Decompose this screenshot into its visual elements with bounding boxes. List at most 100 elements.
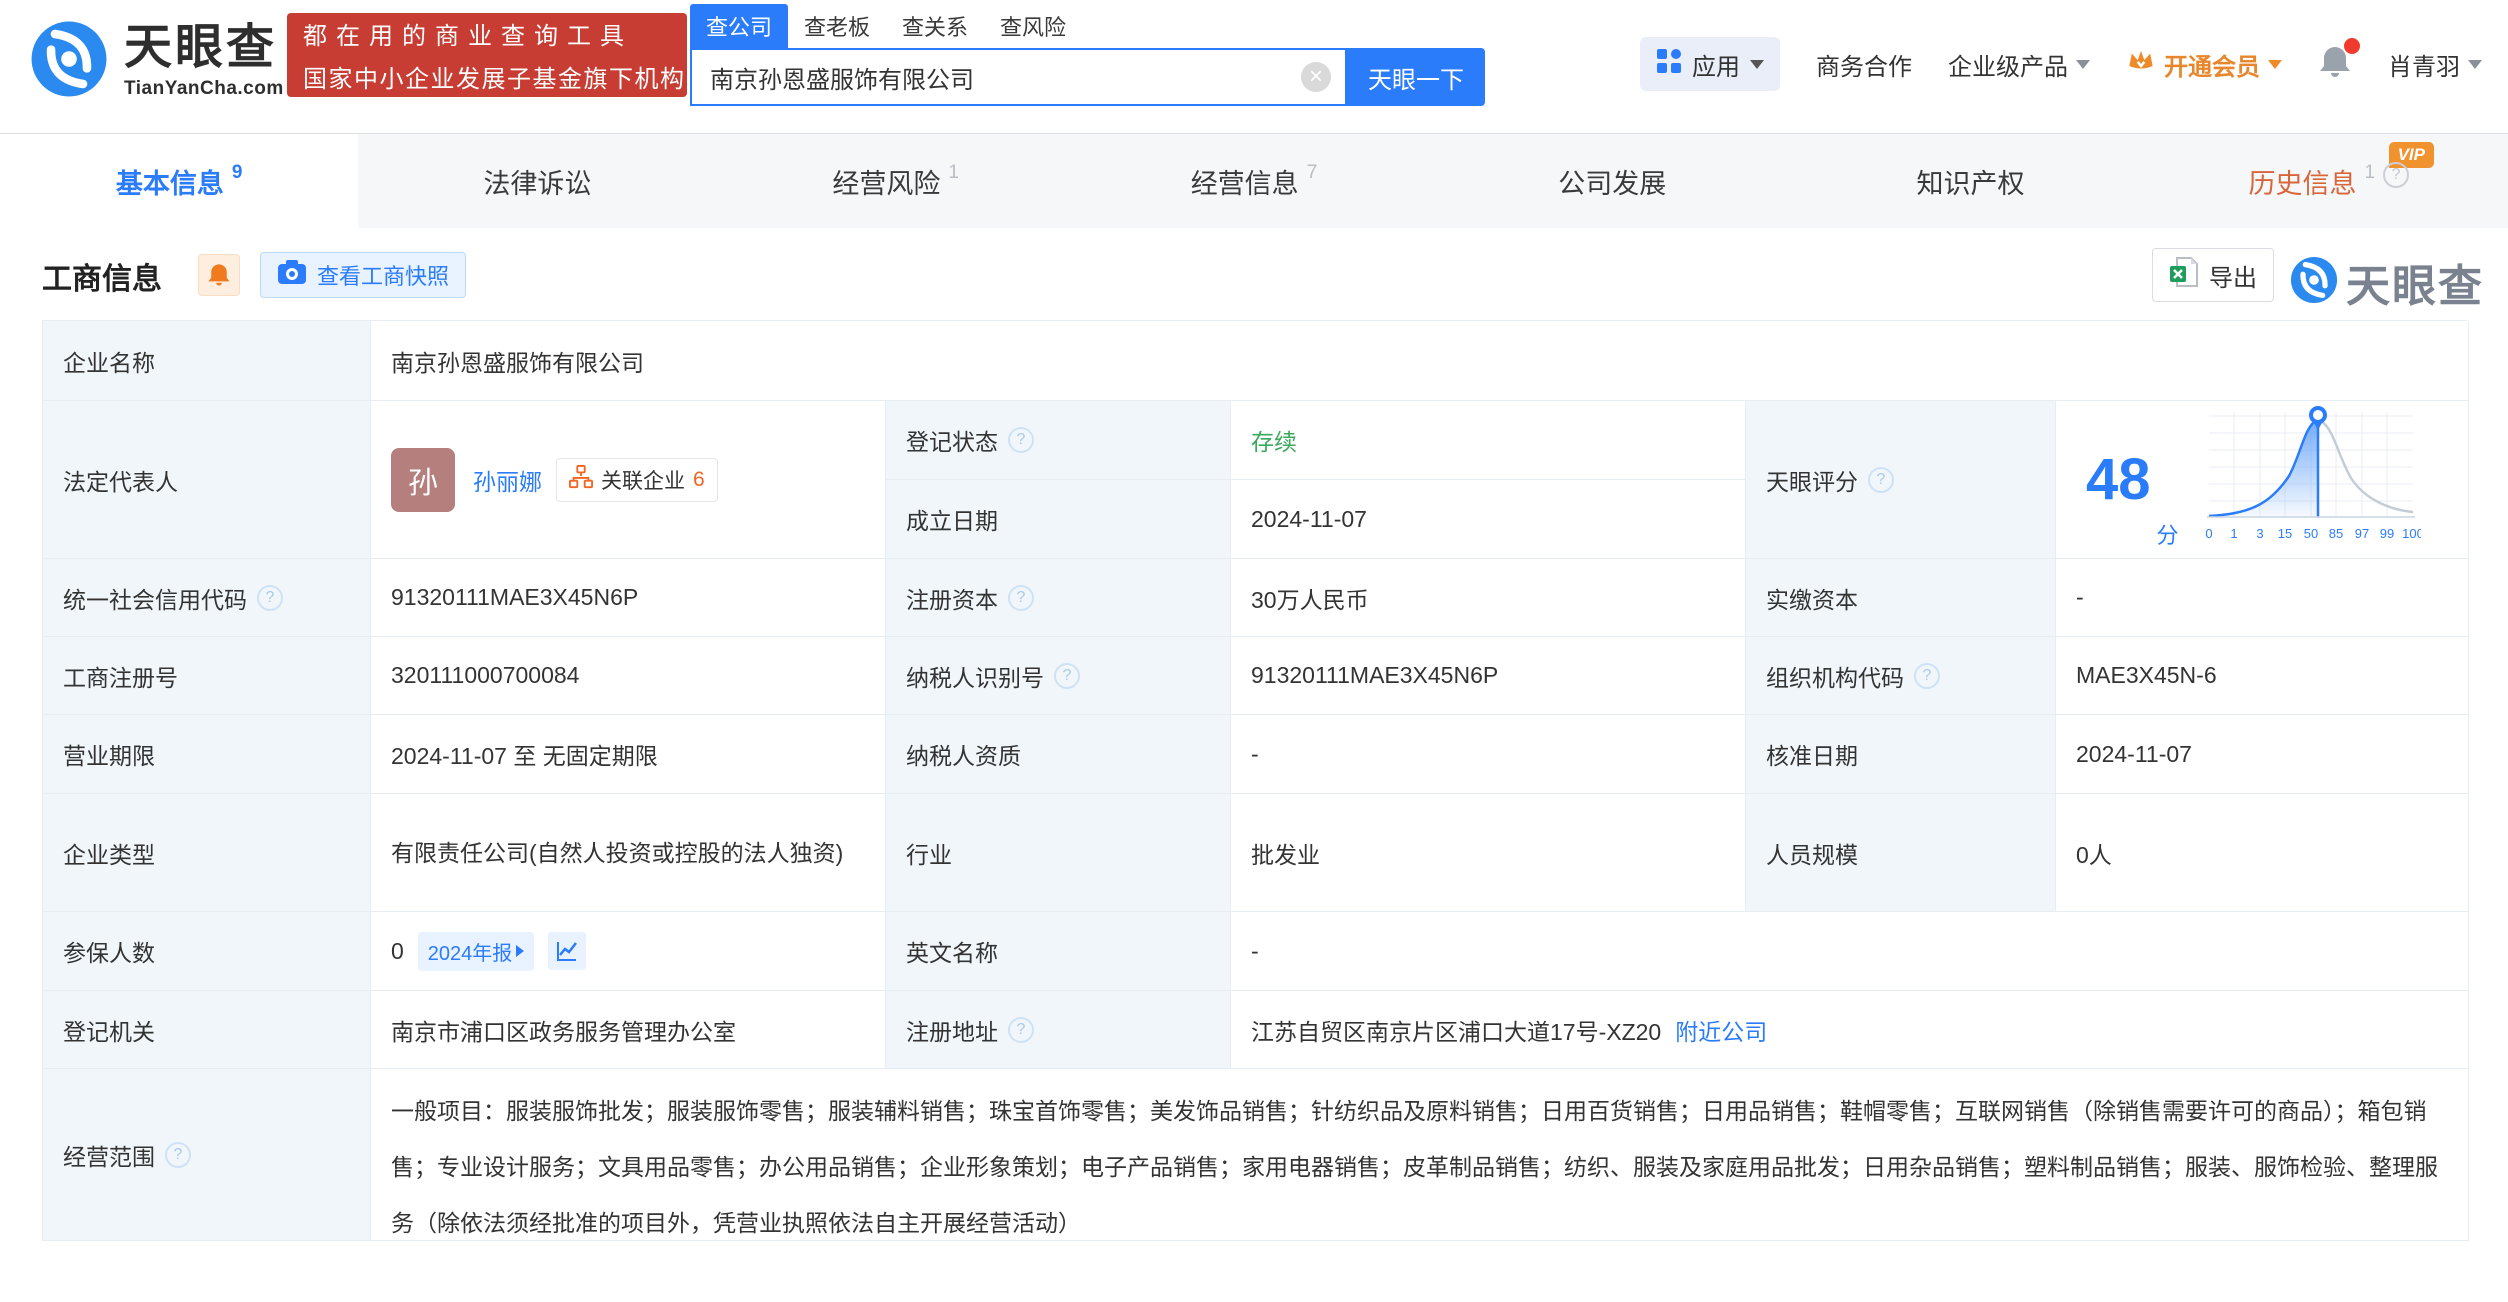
search-tab-risk[interactable]: 查风险 <box>984 4 1082 48</box>
help-icon[interactable]: ? <box>1008 584 1034 611</box>
help-icon[interactable]: ? <box>257 584 283 611</box>
tab-count: 1 <box>2364 162 2376 183</box>
industry-label: 行业 <box>886 794 1231 912</box>
svg-text:100: 100 <box>2402 526 2421 541</box>
registered-capital-value: 30万人民币 <box>1231 559 1746 637</box>
help-icon[interactable]: ? <box>1008 427 1034 453</box>
tab-label: 法律诉讼 <box>483 168 592 199</box>
nav-apps[interactable]: 应用 <box>1640 37 1780 91</box>
crown-icon <box>2126 46 2156 83</box>
search-tab-relation[interactable]: 查关系 <box>886 4 984 48</box>
label-text: 登记状态 <box>906 429 998 455</box>
avatar[interactable]: 孙 <box>391 447 455 512</box>
tab-company-development[interactable]: 公司发展 <box>1433 134 1791 228</box>
tab-operation-info[interactable]: 经营信息 7 <box>1075 134 1433 228</box>
nav-business-cooperation[interactable]: 商务合作 <box>1816 47 1912 82</box>
tab-count: 9 <box>231 162 243 183</box>
tab-label: 历史信息 <box>2248 168 2357 199</box>
business-scope-label: 经营范围 ? <box>43 1069 371 1241</box>
tab-basic-info[interactable]: 基本信息 9 <box>0 134 359 228</box>
tab-legal-litigation[interactable]: 法律诉讼 <box>358 134 716 228</box>
help-icon[interactable]: ? <box>1914 662 1940 689</box>
tab-label: 基本信息 <box>115 168 224 199</box>
tab-operation-risk[interactable]: 经营风险 1 <box>717 134 1075 228</box>
monitor-bell-button[interactable] <box>198 254 240 296</box>
view-snapshot-button[interactable]: 查看工商快照 <box>260 252 467 298</box>
registered-address-cell: 江苏自贸区南京片区浦口大道17号-XZ20 附近公司 <box>1231 991 2469 1069</box>
tab-label: 公司发展 <box>1558 168 1667 199</box>
nearby-companies-link[interactable]: 附近公司 <box>1675 1013 1767 1047</box>
export-button[interactable]: 导出 <box>2152 248 2274 302</box>
staff-size-label: 人员规模 <box>1746 794 2056 912</box>
tab-label: 经营风险 <box>832 168 941 199</box>
company-name-label: 企业名称 <box>43 321 371 401</box>
notifications-bell[interactable] <box>2318 37 2360 85</box>
business-scope-value: 一般项目：服装服饰批发；服装服饰零售；服装辅料销售；珠宝首饰零售；美发饰品销售；… <box>371 1069 2469 1241</box>
search-input[interactable] <box>710 63 1301 91</box>
tab-history-info[interactable]: VIP 历史信息 1 ? <box>2150 134 2508 228</box>
tianyancha-logo[interactable]: 天眼查 TianYanCha.com <box>30 20 284 103</box>
logo-text: 天眼查 TianYanCha.com <box>124 23 284 100</box>
annual-report-chip[interactable]: 2024年报 <box>417 931 535 971</box>
clear-search-icon[interactable]: × <box>1301 62 1331 92</box>
score-cell: 48 分 0 1 3 15 50 85 97 99 100 <box>2056 401 2469 559</box>
label-text: 纳税人识别号 <box>906 664 1044 691</box>
nav-vip-label: 开通会员 <box>2164 53 2260 81</box>
legal-rep-cell: 孙 孙丽娜 关联企业 6 <box>371 401 886 559</box>
help-icon[interactable]: ? <box>165 1141 191 1168</box>
insured-count-value: 0 <box>391 937 404 964</box>
slogan-line2: 国家中小企业发展子基金旗下机构 <box>303 66 686 93</box>
help-icon[interactable]: ? <box>1054 662 1080 689</box>
tianyancha-company-page: 天眼查 TianYanCha.com 都在用的商业查询工具 国家中小企业发展子基… <box>0 0 2508 1302</box>
help-icon[interactable]: ? <box>1868 466 1894 493</box>
svg-text:3: 3 <box>2256 526 2263 541</box>
help-icon[interactable]: ? <box>1008 1016 1034 1043</box>
search-button[interactable]: 天眼一下 <box>1347 48 1485 106</box>
username: 肖青羽 <box>2388 53 2460 81</box>
taxpayer-qualification-label: 纳税人资质 <box>886 715 1231 794</box>
nav-open-vip[interactable]: 开通会员 <box>2126 46 2282 83</box>
company-tabbar: 基本信息 9 法律诉讼 经营风险 1 经营信息 7 公司发展 知识产权 VIP … <box>0 133 2508 228</box>
bell-icon <box>208 264 230 286</box>
company-type-value: 有限责任公司(自然人投资或控股的法人独资) <box>371 794 886 912</box>
tab-intellectual-property[interactable]: 知识产权 <box>1791 134 2149 228</box>
business-term-value: 2024-11-07 至 无固定期限 <box>371 715 886 794</box>
trend-chart-icon[interactable] <box>548 932 587 970</box>
nav-enterprise-products[interactable]: 企业级产品 <box>1948 47 2090 82</box>
search-tabs: 查公司 查老板 查关系 查风险 <box>690 4 1485 48</box>
company-type-label: 企业类型 <box>43 794 371 912</box>
business-info-sectionbar: 工商信息 查看工商快照 导出 天眼查 <box>0 228 2508 320</box>
svg-text:15: 15 <box>2277 526 2291 541</box>
label-text: 注册地址 <box>906 1018 998 1045</box>
score-unit: 分 <box>2156 523 2179 548</box>
search-tab-boss[interactable]: 查老板 <box>788 4 886 48</box>
company-name-value: 南京孙恩盛服饰有限公司 <box>371 321 2469 401</box>
tab-label: 知识产权 <box>1916 168 2025 199</box>
nav-user-menu[interactable]: 肖青羽 <box>2388 47 2482 82</box>
help-icon[interactable]: ? <box>2383 162 2410 188</box>
score-label: 天眼评分 ? <box>1746 401 2056 559</box>
arrow-right-icon <box>516 945 525 957</box>
nav-apps-label: 应用 <box>1692 53 1740 81</box>
insured-count-cell: 0 2024年报 <box>371 912 886 991</box>
search-tab-company[interactable]: 查公司 <box>690 4 789 48</box>
related-companies-badge[interactable]: 关联企业 6 <box>556 457 718 502</box>
staff-size-value: 0人 <box>2056 794 2469 912</box>
logo-swirl-icon <box>2290 256 2338 309</box>
svg-text:1: 1 <box>2230 526 2237 541</box>
annual-report-label: 2024年报 <box>427 942 513 965</box>
notification-dot <box>2344 37 2360 54</box>
registered-address-label: 注册地址 ? <box>886 991 1231 1069</box>
english-name-value: - <box>1231 912 2469 991</box>
snapshot-label: 查看工商快照 <box>317 264 450 289</box>
svg-text:0: 0 <box>2205 526 2212 541</box>
taxpayer-id-value: 91320111MAE3X45N6P <box>1231 637 1746 715</box>
registry-authority-label: 登记机关 <box>43 991 371 1069</box>
label-text: 天眼评分 <box>1766 468 1858 495</box>
related-companies-count: 6 <box>693 467 705 491</box>
slogan-banner: 都在用的商业查询工具 国家中小企业发展子基金旗下机构 <box>287 13 687 97</box>
search-input-wrap: × <box>690 48 1347 106</box>
chevron-down-icon <box>1750 59 1764 69</box>
legal-rep-name-link[interactable]: 孙丽娜 <box>473 463 542 497</box>
insured-count-label: 参保人数 <box>43 912 371 991</box>
